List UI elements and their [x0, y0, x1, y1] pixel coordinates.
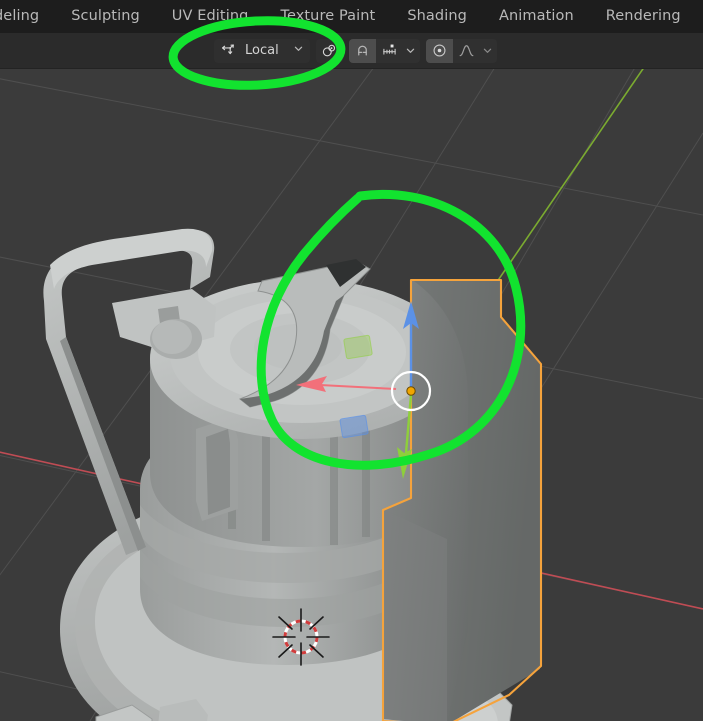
tab-animation[interactable]: Animation — [483, 0, 590, 33]
pivot-point-icon — [321, 42, 338, 59]
gizmo-plane-handle-z[interactable] — [339, 414, 369, 439]
snap-increment-icon — [381, 42, 398, 59]
model-latch-left-inner — [206, 429, 230, 515]
viewport-canvas — [0, 69, 703, 721]
tab-uv-editing[interactable]: UV Editing — [156, 0, 265, 33]
selected-panel-front — [383, 509, 447, 721]
chevron-down-icon — [293, 43, 304, 58]
blender-window: deling Sculpting UV Editing Texture Pain… — [0, 0, 703, 721]
snap-magnet-toggle[interactable] — [349, 38, 376, 63]
chevron-down-icon — [405, 41, 416, 60]
snap-target-button[interactable] — [376, 39, 403, 63]
tab-modeling[interactable]: deling — [0, 0, 55, 33]
transform-orientation-dropdown[interactable]: Local — [214, 38, 310, 63]
snapping-group — [349, 38, 420, 63]
gizmo-plane-handle-y[interactable] — [343, 334, 373, 360]
proportional-editing-icon — [431, 42, 448, 59]
tab-sculpting[interactable]: Sculpting — [55, 0, 156, 33]
proportional-editing-toggle[interactable] — [426, 38, 453, 63]
transform-orientation-icon — [220, 42, 237, 59]
falloff-curve-button[interactable] — [453, 39, 480, 63]
smooth-falloff-icon — [458, 42, 475, 59]
3d-viewport[interactable] — [0, 69, 703, 721]
pivot-point-button[interactable] — [316, 38, 343, 63]
proportional-editing-group — [426, 38, 497, 63]
viewport-header-toolbar: Local — [0, 33, 703, 69]
workspace-tab-bar: deling Sculpting UV Editing Texture Pain… — [0, 0, 703, 33]
magnet-icon — [354, 42, 371, 59]
transform-orientation-value: Local — [245, 43, 279, 58]
snap-options-dropdown[interactable] — [403, 39, 420, 63]
falloff-options-dropdown[interactable] — [480, 39, 497, 63]
chevron-down-icon — [482, 41, 493, 60]
tab-shading[interactable]: Shading — [391, 0, 483, 33]
tab-compositing[interactable]: Compositing — [697, 0, 703, 33]
tab-texture-paint[interactable]: Texture Paint — [264, 0, 391, 33]
tab-rendering[interactable]: Rendering — [590, 0, 697, 33]
gizmo-center-dot[interactable] — [406, 386, 416, 396]
